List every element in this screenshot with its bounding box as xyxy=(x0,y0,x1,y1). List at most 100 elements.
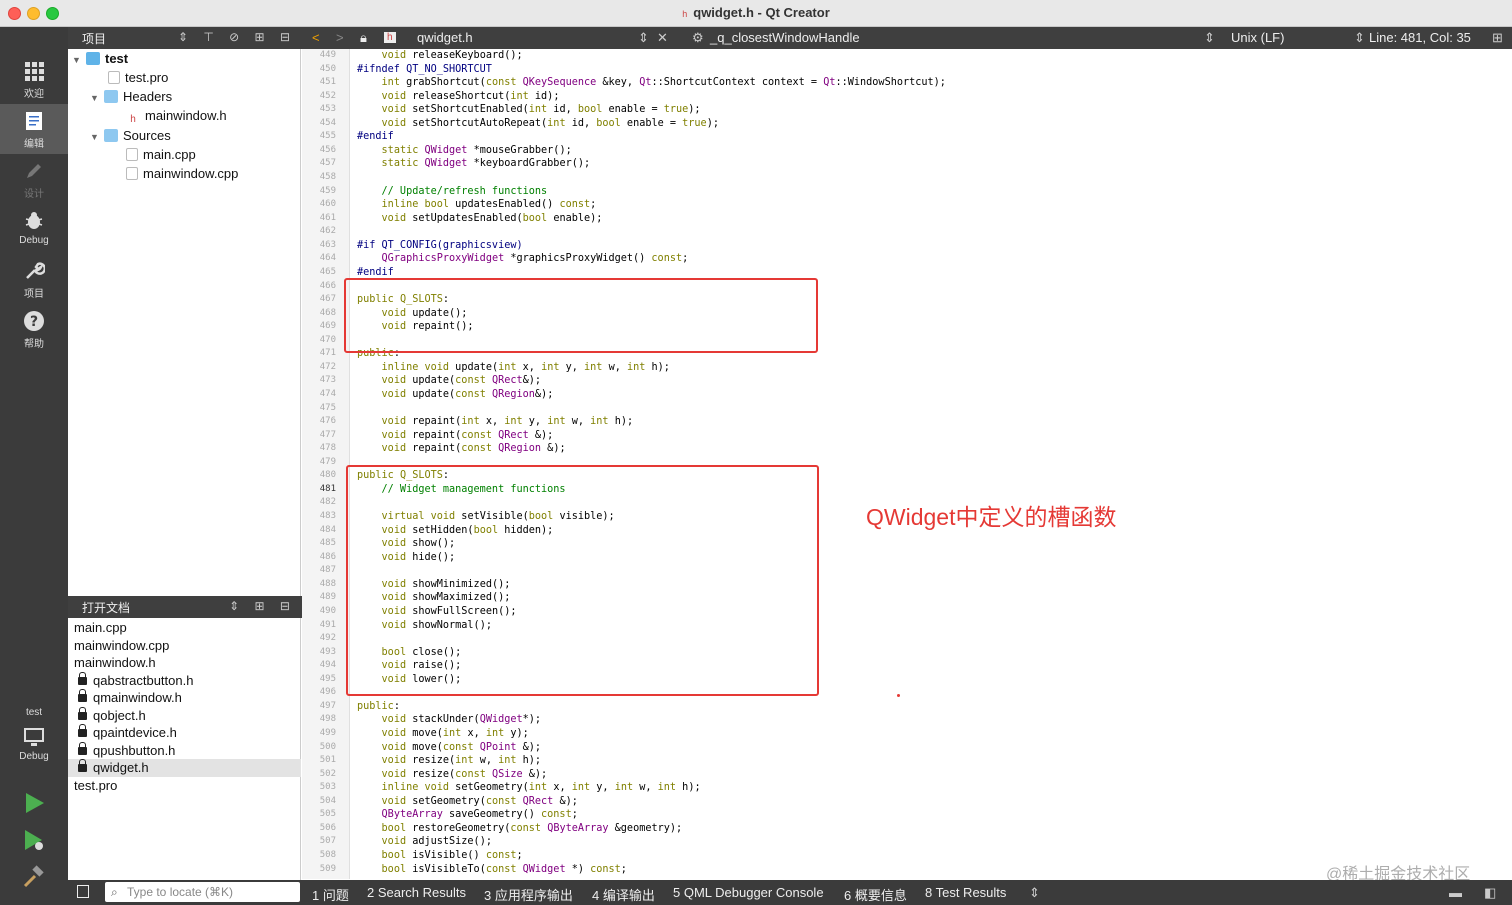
forward-arrow-icon[interactable]: > xyxy=(336,30,344,45)
mode-help[interactable]: ? 帮助 xyxy=(0,304,68,354)
code-line[interactable]: 456 static QWidget *mouseGrabber(); xyxy=(302,144,1512,158)
project-pane-title[interactable]: 项目 xyxy=(82,30,106,47)
tree-item-main-cpp[interactable]: main.cpp xyxy=(126,147,196,166)
code-line[interactable]: 476 void repaint(int x, int y, int w, in… xyxy=(302,415,1512,429)
output-tab-general[interactable]: 6 概要信息 xyxy=(844,885,907,904)
code-line[interactable]: 501 void resize(int w, int h); xyxy=(302,754,1512,768)
code-line[interactable]: 455 #endif xyxy=(302,130,1512,144)
code-line[interactable]: 463 #if QT_CONFIG(graphicsview) xyxy=(302,239,1512,253)
code-line[interactable]: 450 #ifndef QT_NO_SHORTCUT xyxy=(302,63,1512,77)
tree-item-headers[interactable]: ▼ Headers xyxy=(90,89,172,108)
back-arrow-icon[interactable]: < xyxy=(312,30,320,45)
line-number: 507 xyxy=(319,836,336,847)
code-line[interactable]: 454 void setShortcutAutoRepeat(int id, b… xyxy=(302,117,1512,131)
output-tab-issues[interactable]: 1 问题 xyxy=(312,885,349,904)
open-doc-item[interactable]: mainwindow.cpp xyxy=(68,637,301,655)
open-doc-item[interactable]: qpushbutton.h xyxy=(68,741,301,760)
open-docs-tools[interactable]: ⇕ ⊞ ⊟ xyxy=(229,599,296,613)
open-doc-label: qwidget.h xyxy=(93,760,149,775)
tree-item-test[interactable]: ▼ test xyxy=(72,51,128,70)
code-line[interactable]: 475 xyxy=(302,402,1512,416)
grid-icon xyxy=(25,62,44,81)
open-doc-item[interactable]: mainwindow.h xyxy=(68,654,301,672)
open-doc-item[interactable]: main.cpp xyxy=(68,619,301,637)
tree-item-test-pro[interactable]: test.pro xyxy=(108,70,168,89)
open-doc-item[interactable]: qmainwindow.h xyxy=(68,689,301,707)
code-line[interactable]: 507 void adjustSize(); xyxy=(302,835,1512,849)
collapse-arrow-icon[interactable]: ▼ xyxy=(90,93,104,103)
open-doc-item-selected[interactable]: qwidget.h xyxy=(68,759,301,777)
code-line[interactable]: 504 void setGeometry(const QRect &); xyxy=(302,795,1512,809)
output-tab-search[interactable]: 2 Search Results xyxy=(367,885,466,900)
mode-projects[interactable]: 项目 xyxy=(0,254,68,304)
cursor-position[interactable]: Line: 481, Col: 35 xyxy=(1369,30,1471,45)
more-tabs-arrows-icon[interactable]: ⇕ xyxy=(1029,885,1040,901)
file-selector[interactable]: qwidget.h xyxy=(417,30,473,45)
wrench-icon xyxy=(26,262,45,279)
code-line[interactable]: 499 void move(int x, int y); xyxy=(302,727,1512,741)
close-document-icon[interactable]: ✕ xyxy=(657,30,668,46)
progress-toggle-icon[interactable]: ▬ xyxy=(1449,885,1462,900)
code-line[interactable]: 453 void setShortcutEnabled(int id, bool… xyxy=(302,103,1512,117)
collapse-arrow-icon[interactable]: ▼ xyxy=(72,55,86,65)
locator-input[interactable]: ⌕ Type to locate (⌘K) xyxy=(105,882,300,902)
code-editor[interactable]: 449 void releaseKeyboard(); 450 #ifndef QT… xyxy=(302,49,1512,879)
file-selector-arrows-icon[interactable]: ⇕ xyxy=(638,30,649,46)
tree-item-mainwindow-h[interactable]: h mainwindow.h xyxy=(126,108,226,127)
code-line[interactable]: 506 bool restoreGeometry(const QByteArra… xyxy=(302,822,1512,836)
debug-run-button[interactable] xyxy=(22,828,46,857)
symbol-selector-arrows-icon[interactable]: ⇕ xyxy=(1204,30,1215,46)
code-line[interactable]: 460 inline bool updatesEnabled() const; xyxy=(302,198,1512,212)
mode-welcome[interactable]: 欢迎 xyxy=(0,54,68,104)
open-doc-item[interactable]: qobject.h xyxy=(68,706,301,725)
mode-debug[interactable]: Debug xyxy=(0,204,68,254)
code-line[interactable]: 498 void stackUnder(QWidget*); xyxy=(302,713,1512,727)
tree-item-mainwindow-cpp[interactable]: mainwindow.cpp xyxy=(126,166,238,185)
open-docs-title[interactable]: 打开文档 xyxy=(82,599,130,616)
code-line[interactable]: 472 inline void update(int x, int y, int… xyxy=(302,361,1512,375)
open-doc-item[interactable]: test.pro xyxy=(68,777,301,795)
mode-design[interactable]: 设计 xyxy=(0,154,68,204)
code-line[interactable]: 500 void move(const QPoint &); xyxy=(302,741,1512,755)
open-doc-item[interactable]: qpaintdevice.h xyxy=(68,724,301,742)
split-editor-icon[interactable]: ⊞ xyxy=(1492,30,1503,46)
code-line[interactable]: 449 void releaseKeyboard(); xyxy=(302,49,1512,63)
code-line[interactable]: 474 void update(const QRegion&); xyxy=(302,388,1512,402)
code-line[interactable]: 478 void repaint(const QRegion &); xyxy=(302,442,1512,456)
code-line[interactable]: 459 // Update/refresh functions xyxy=(302,185,1512,199)
lock-toggle-icon[interactable]: 🔒︎ xyxy=(360,30,367,46)
code-line[interactable]: 457 static QWidget *keyboardGrabber(); xyxy=(302,157,1512,171)
line-ending-selector[interactable]: Unix (LF) xyxy=(1231,30,1284,45)
code-line[interactable]: 462 xyxy=(302,225,1512,239)
project-pane-tools[interactable]: ⇕ ⊤ ⊘ ⊞ ⊟ xyxy=(178,30,296,44)
code-line[interactable]: 502 void resize(const QSize &); xyxy=(302,768,1512,782)
code-line[interactable]: 452 void releaseShortcut(int id); xyxy=(302,90,1512,104)
build-button[interactable] xyxy=(22,865,46,894)
output-tab-test-results[interactable]: 8 Test Results xyxy=(925,885,1006,900)
toggle-output-pane-icon[interactable]: ◧ xyxy=(1484,885,1496,901)
output-tab-app-output[interactable]: 3 应用程序输出 xyxy=(484,885,573,904)
code-line[interactable]: 473 void update(const QRect&); xyxy=(302,374,1512,388)
line-number: 504 xyxy=(319,795,336,806)
mode-edit[interactable]: 编辑 xyxy=(0,104,68,154)
code-text: void setShortcutEnabled(int id, bool ena… xyxy=(381,104,701,116)
kit-selector[interactable]: Debug xyxy=(0,720,68,770)
tree-item-sources[interactable]: ▼ Sources xyxy=(90,128,171,147)
code-line[interactable]: 464 QGraphicsProxyWidget *graphicsProxyW… xyxy=(302,252,1512,266)
code-line[interactable]: 505 QByteArray saveGeometry() const; xyxy=(302,808,1512,822)
open-docs-header: 打开文档 ⇕ ⊞ ⊟ xyxy=(68,596,302,618)
code-line[interactable]: 477 void repaint(const QRect &); xyxy=(302,429,1512,443)
open-doc-item[interactable]: qabstractbutton.h xyxy=(68,671,301,690)
code-line[interactable]: 451 int grabShortcut(const QKeySequence … xyxy=(302,76,1512,90)
symbol-selector[interactable]: _q_closestWindowHandle xyxy=(710,30,860,45)
run-button[interactable] xyxy=(22,791,46,820)
line-ending-arrows-icon[interactable]: ⇕ xyxy=(1354,30,1365,46)
code-line[interactable]: 461 void setUpdatesEnabled(bool enable); xyxy=(302,212,1512,226)
output-tab-compile[interactable]: 4 编译输出 xyxy=(592,885,655,904)
toggle-sidebar-icon[interactable] xyxy=(77,885,89,898)
collapse-arrow-icon[interactable]: ▼ xyxy=(90,132,104,142)
code-line[interactable]: 503 inline void setGeometry(int x, int y… xyxy=(302,781,1512,795)
code-line[interactable]: 497 public: xyxy=(302,700,1512,714)
output-tab-qml-debugger[interactable]: 5 QML Debugger Console xyxy=(673,885,824,900)
code-line[interactable]: 458 xyxy=(302,171,1512,185)
